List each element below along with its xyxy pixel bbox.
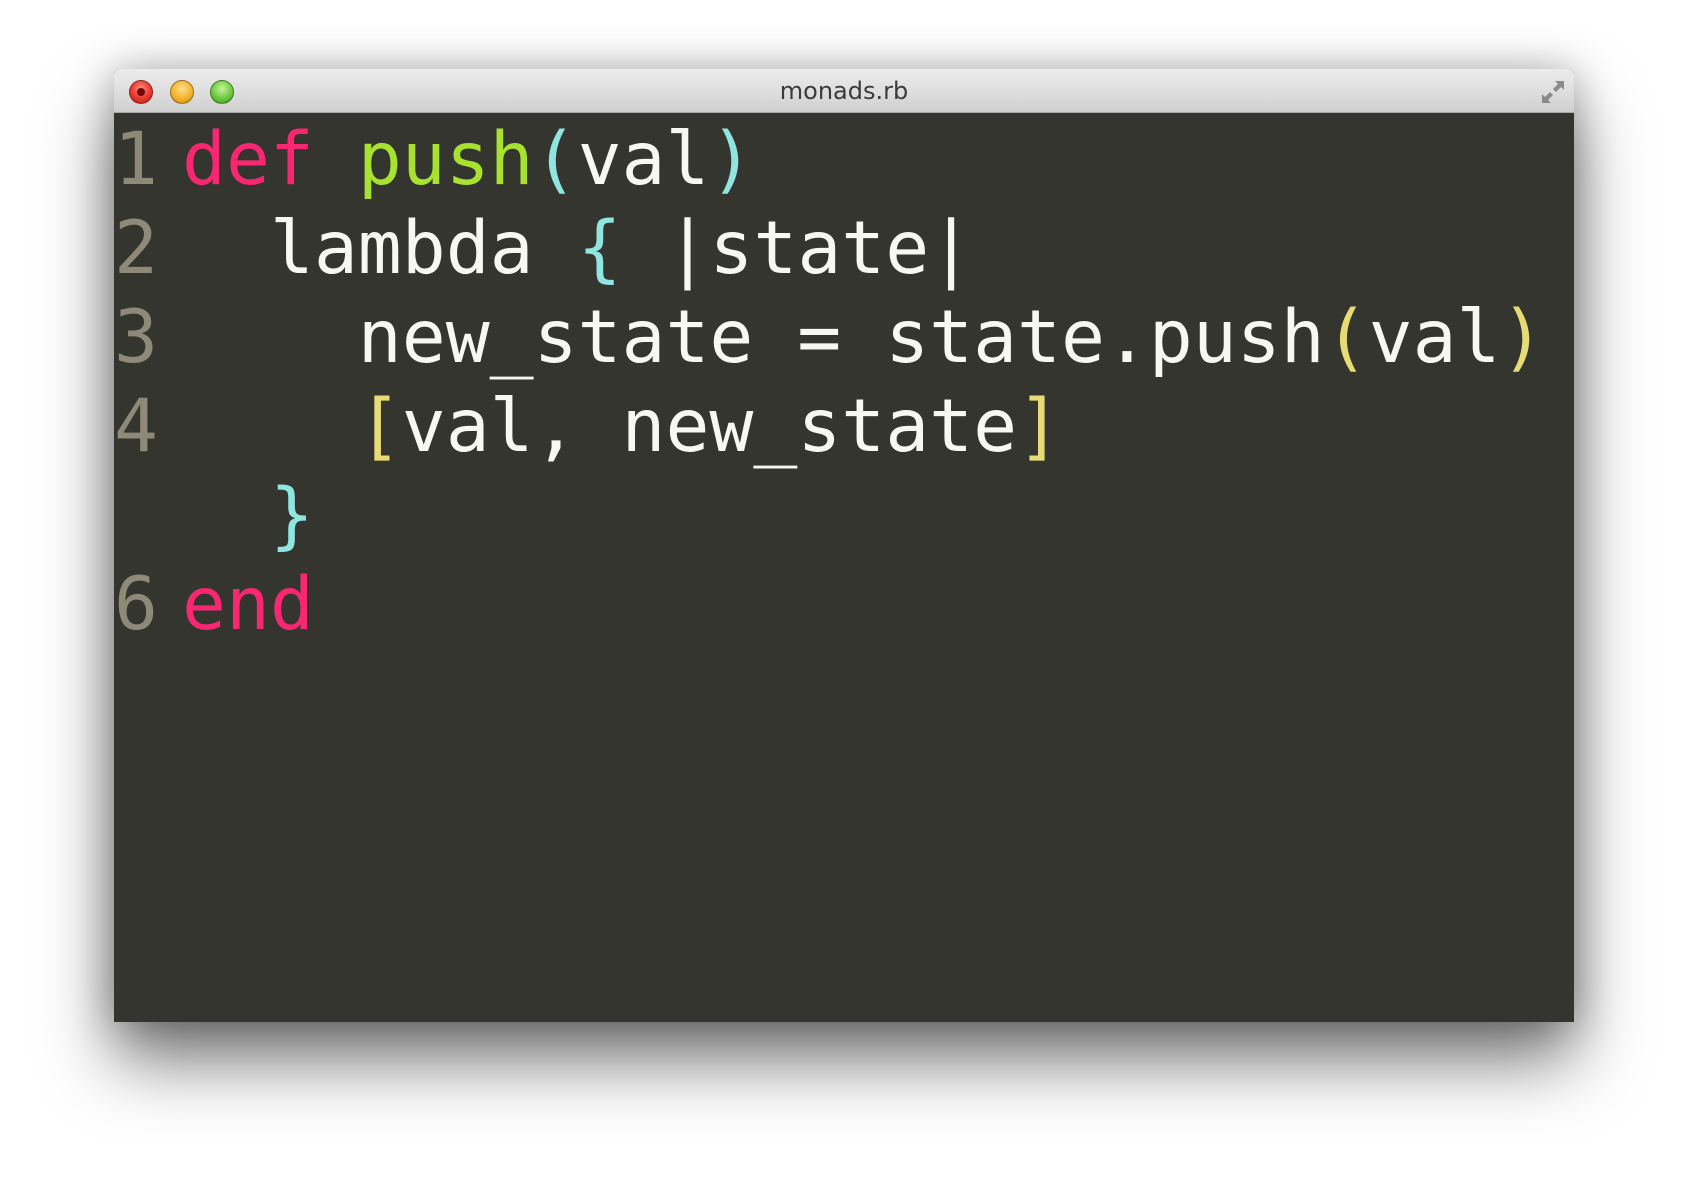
token: new_state = state.push [182, 295, 1325, 380]
paren-close: ) [709, 117, 754, 202]
code-line[interactable]: 4 [val, new_state] [114, 382, 1061, 472]
keyword-def: def [182, 117, 314, 202]
brace-close: } [269, 473, 314, 558]
window-title: monads.rb [779, 77, 909, 105]
function-name: push [357, 117, 534, 202]
line-number: 1 [114, 117, 158, 202]
paren-close: ) [1500, 295, 1545, 380]
brace-open: { [577, 206, 622, 291]
bracket-close: ] [1017, 384, 1062, 469]
code-line[interactable]: 3 new_state = state.push(val) [114, 293, 1544, 383]
line-number: 2 [114, 206, 158, 291]
fullscreen-arrows-icon[interactable] [1538, 77, 1568, 107]
line-number: 4 [114, 384, 158, 469]
param: val [577, 117, 710, 202]
code-editor[interactable]: 1 def push(val) 2 lambda { |state| 3 new_… [114, 113, 1574, 1022]
code-line[interactable]: 6 end [114, 560, 314, 650]
code-line[interactable]: } [114, 471, 314, 561]
code-line[interactable]: 1 def push(val) [114, 115, 753, 205]
code-line[interactable]: 2 lambda { |state| [114, 204, 973, 294]
title-bar[interactable]: monads.rb [114, 69, 1574, 113]
bracket-open: [ [357, 384, 402, 469]
paren-open: ( [1324, 295, 1369, 380]
block-param: |state| [621, 206, 974, 291]
editor-window: monads.rb 1 def push(val) 2 lambda { |sta… [114, 69, 1574, 1022]
argument: val [1368, 295, 1501, 380]
token: lambda [182, 206, 578, 291]
array-items: val, new_state [401, 384, 1018, 469]
line-number: 6 [114, 562, 158, 647]
keyword-end: end [182, 562, 314, 647]
paren-open: ( [533, 117, 578, 202]
line-number: 3 [114, 295, 158, 380]
